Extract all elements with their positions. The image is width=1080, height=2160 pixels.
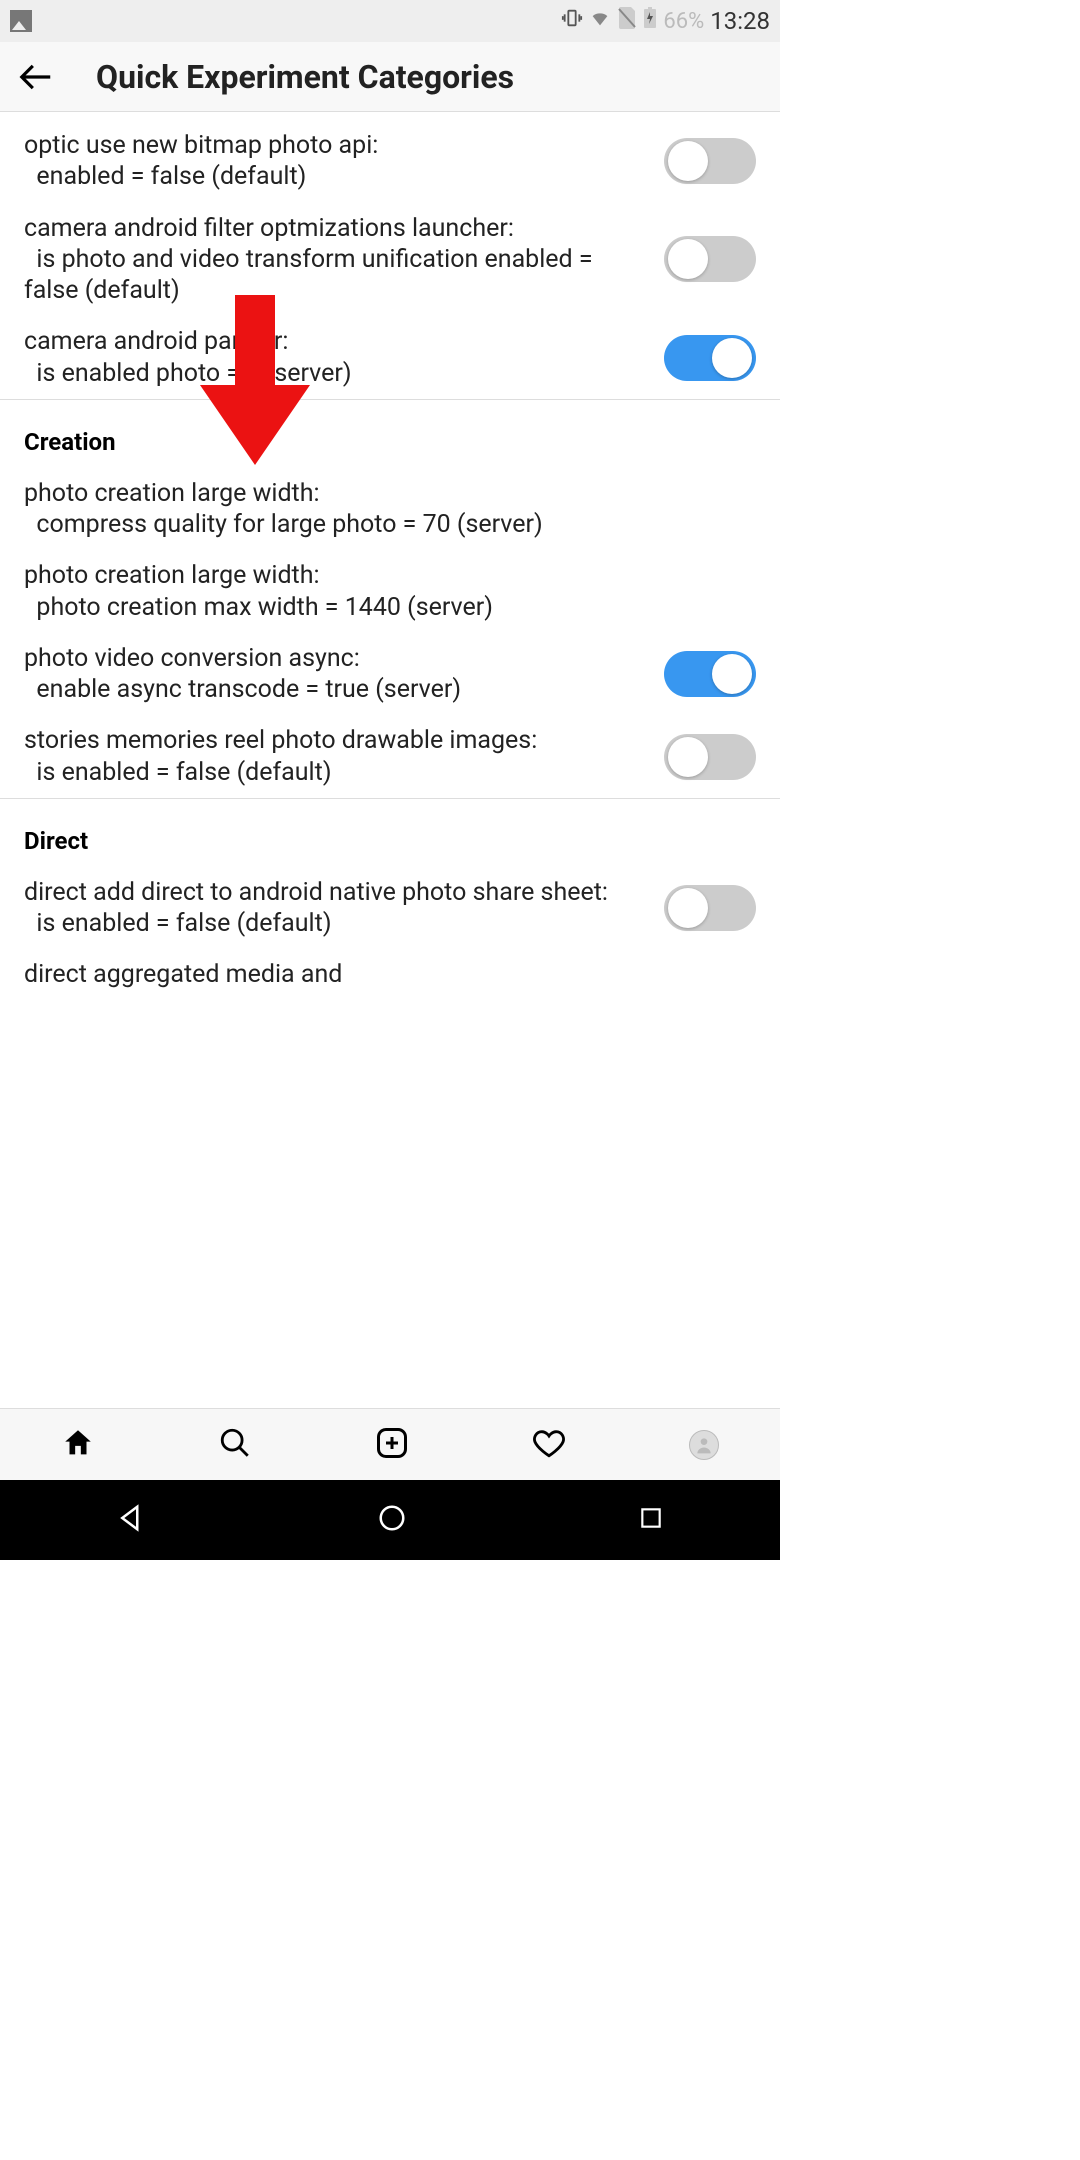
page-title: Quick Experiment Categories xyxy=(96,58,514,96)
setting-row[interactable]: camera android filter optmizations launc… xyxy=(0,203,780,317)
tab-profile[interactable] xyxy=(689,1430,719,1460)
nav-home[interactable] xyxy=(377,1503,407,1537)
toggle-switch[interactable] xyxy=(664,734,756,780)
setting-row-cutoff[interactable]: direct aggregated media and xyxy=(0,949,780,990)
setting-text: photo creation large width: compress qua… xyxy=(24,478,756,541)
setting-text: photo creation large width: photo creati… xyxy=(24,560,756,623)
setting-row[interactable]: stories memories reel photo drawable ima… xyxy=(0,715,780,798)
tab-activity[interactable] xyxy=(532,1426,566,1464)
setting-text: direct aggregated media and xyxy=(24,959,756,990)
setting-row[interactable]: photo video conversion async: enable asy… xyxy=(0,633,780,716)
app-header: Quick Experiment Categories xyxy=(0,42,780,112)
image-icon xyxy=(10,10,32,32)
setting-text: direct add direct to android native phot… xyxy=(24,877,648,940)
back-button[interactable] xyxy=(16,57,56,97)
setting-row[interactable]: optic use new bitmap photo api: enabled … xyxy=(0,120,780,203)
setting-row[interactable]: direct add direct to android native phot… xyxy=(0,867,780,950)
nav-recent[interactable] xyxy=(638,1505,664,1535)
section-header-direct: Direct xyxy=(0,798,780,867)
cutoff-top xyxy=(0,112,780,120)
setting-row[interactable]: photo creation large width: compress qua… xyxy=(0,468,780,551)
setting-text: camera android par lter: is enabled phot… xyxy=(24,326,648,389)
tab-search[interactable] xyxy=(218,1426,252,1464)
setting-text: optic use new bitmap photo api: enabled … xyxy=(24,130,648,193)
avatar-icon xyxy=(689,1430,719,1460)
tab-add[interactable] xyxy=(374,1425,410,1465)
section-header-creation: Creation xyxy=(0,399,780,468)
battery-charging-icon xyxy=(643,7,657,35)
settings-list[interactable]: optic use new bitmap photo api: enabled … xyxy=(0,112,780,1408)
toggle-switch[interactable] xyxy=(664,335,756,381)
vibrate-icon xyxy=(561,7,583,35)
clock-time: 13:28 xyxy=(710,7,770,35)
toggle-switch[interactable] xyxy=(664,138,756,184)
toggle-switch[interactable] xyxy=(664,885,756,931)
setting-text: stories memories reel photo drawable ima… xyxy=(24,725,648,788)
setting-row[interactable]: camera android par lter: is enabled phot… xyxy=(0,316,780,399)
nav-back[interactable] xyxy=(116,1503,146,1537)
setting-row[interactable]: photo creation large width: photo creati… xyxy=(0,550,780,633)
toggle-switch[interactable] xyxy=(664,236,756,282)
wifi-icon xyxy=(589,7,611,35)
no-sim-icon xyxy=(617,7,637,35)
toggle-switch[interactable] xyxy=(664,651,756,697)
tab-home[interactable] xyxy=(61,1426,95,1464)
setting-text: photo video conversion async: enable asy… xyxy=(24,643,648,706)
status-bar: 66% 13:28 xyxy=(0,0,780,42)
setting-text: camera android filter optmizations launc… xyxy=(24,213,648,307)
battery-percent: 66% xyxy=(663,9,704,34)
system-nav-bar xyxy=(0,1480,780,1560)
app-tab-bar xyxy=(0,1408,780,1480)
